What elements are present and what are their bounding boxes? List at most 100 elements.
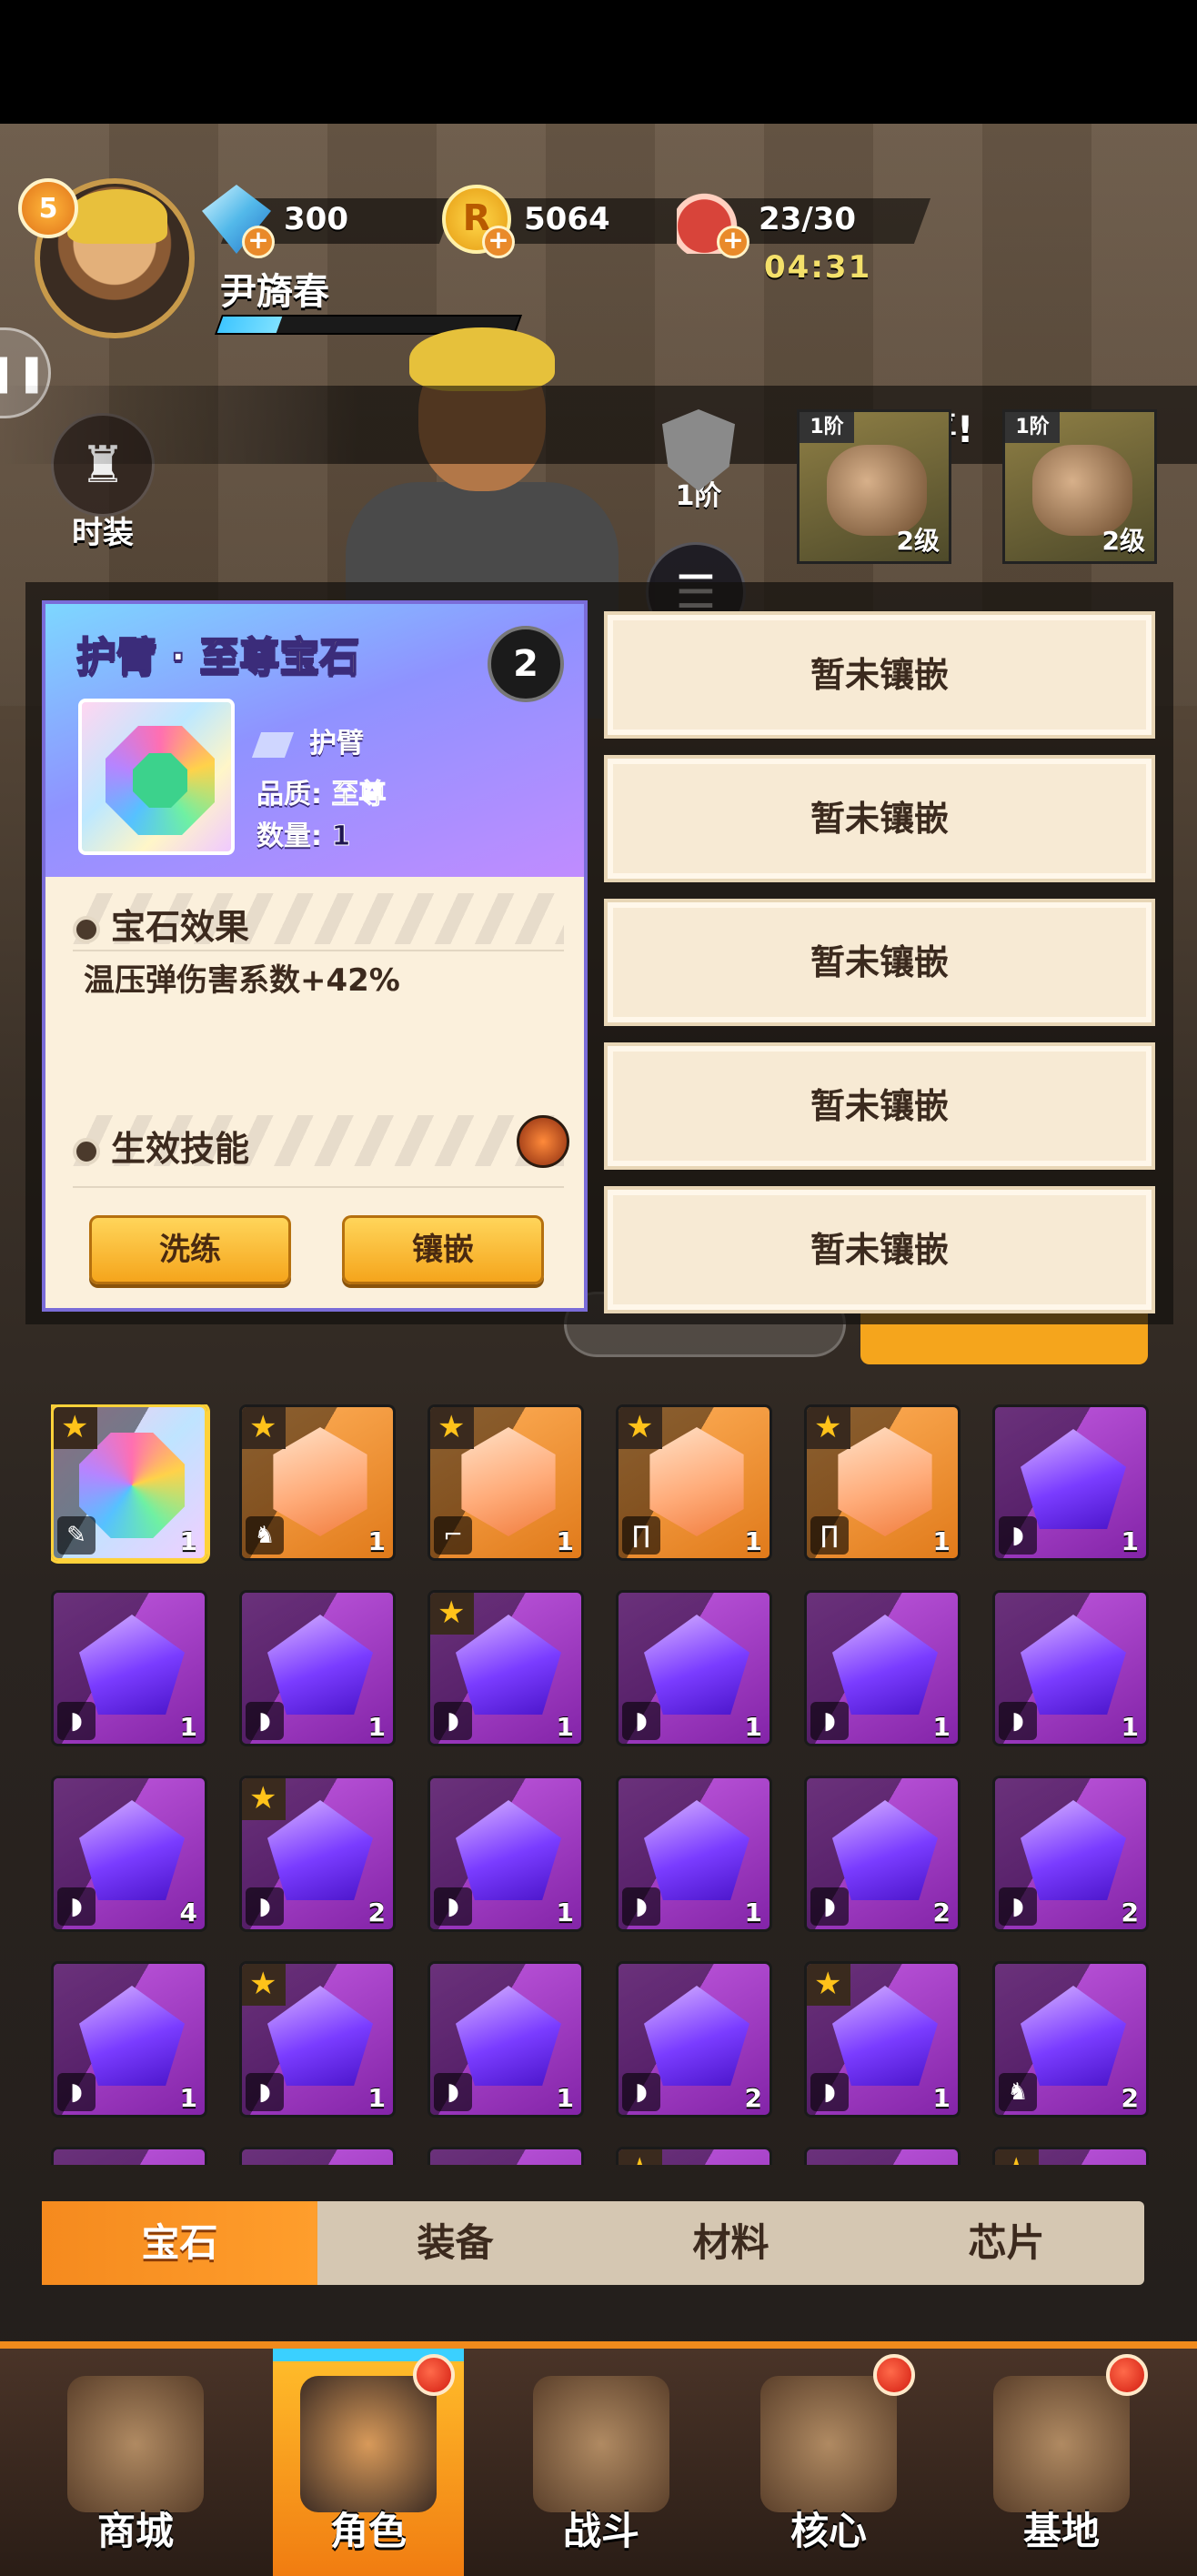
nav-battle[interactable]: 战斗 — [506, 2349, 697, 2576]
gem-item[interactable]: ◗2 — [616, 1961, 772, 2118]
skill-icon[interactable] — [517, 1115, 569, 1168]
coin-counter[interactable]: R + 5064 — [442, 185, 697, 258]
quantity-value: 1 — [331, 820, 351, 853]
gem-quantity: 1 — [367, 1712, 386, 1742]
boot-icon: ⌐ — [434, 1516, 472, 1555]
fashion-label: 时装 — [72, 515, 134, 551]
gem-item[interactable]: ∏1 — [616, 1404, 772, 1561]
gem-item[interactable]: ◗ — [804, 2147, 961, 2165]
helmet-icon: ◗ — [622, 1887, 660, 1926]
helmet-icon: ◗ — [622, 2073, 660, 2111]
nav-core[interactable]: 核心 — [733, 2349, 924, 2576]
gem-item[interactable]: ◗2 — [804, 1776, 961, 1932]
gem-item[interactable]: ◗ — [51, 2147, 207, 2165]
gem-item[interactable]: ⌐1 — [428, 1404, 584, 1561]
gem-quantity: 1 — [179, 1526, 197, 1556]
gem-item[interactable]: ◗ 4 — [51, 1776, 207, 1932]
gem-quantity: 2 — [1121, 2083, 1139, 2113]
gem-item[interactable]: ◗ — [428, 2147, 584, 2165]
gem-item[interactable]: ∏1 — [804, 1404, 961, 1561]
gem-item[interactable]: ◗1 — [51, 1961, 207, 2118]
inlay-button[interactable]: 镶嵌 — [342, 1215, 544, 1284]
gem-item[interactable]: ♞ 2 — [992, 1961, 1149, 2118]
gem-socket-slot[interactable]: 暂未镶嵌 — [604, 899, 1155, 1026]
gem-item[interactable]: ◗ — [616, 2147, 772, 2165]
helmet-icon: ◗ — [810, 1887, 849, 1926]
add-coin-button[interactable]: + — [482, 226, 515, 258]
skill-header-text: 生效技能 — [111, 1129, 250, 1169]
add-stamina-button[interactable]: + — [717, 226, 749, 258]
gem-item[interactable]: ◗2 — [992, 1776, 1149, 1932]
tab-material[interactable]: 材料 — [593, 2201, 869, 2285]
gem-item[interactable]: ◗1 — [616, 1590, 772, 1746]
player-level-badge: 5 — [18, 178, 78, 238]
player-name: 尹旖春 — [220, 271, 329, 313]
star-icon — [430, 1593, 474, 1635]
gem-item[interactable]: ◗1 — [428, 1776, 584, 1932]
nav-shop[interactable]: 商城 — [40, 2349, 231, 2576]
stamina-counter[interactable]: + 23/30 — [677, 185, 931, 258]
tab-gem[interactable]: 宝石 — [42, 2201, 317, 2285]
gem-item[interactable]: ◗ — [239, 2147, 396, 2165]
gem-item[interactable]: ◗1 — [804, 1590, 961, 1746]
gem-socket-slot[interactable]: 暂未镶嵌 — [604, 611, 1155, 739]
star-icon — [807, 1964, 850, 2006]
gem-item[interactable]: ◗1 — [616, 1776, 772, 1932]
slot-text: 暂未镶嵌 — [810, 1086, 949, 1126]
gem-item[interactable]: ◗1 — [428, 1961, 584, 2118]
gem-quantity: 4 — [179, 1897, 197, 1927]
gem-socket-slot[interactable]: 暂未镶嵌 — [604, 1186, 1155, 1313]
star-icon — [619, 1407, 662, 1449]
gear-card-helmet[interactable]: 1阶 2级 — [797, 409, 951, 564]
refine-button[interactable]: 洗练 — [89, 1215, 291, 1284]
helmet-icon: ◗ — [810, 1702, 849, 1740]
xp-bar-fill — [216, 317, 283, 333]
add-diamond-button[interactable]: + — [242, 226, 275, 258]
gem-level-badge[interactable]: 2 — [488, 626, 564, 702]
gem-quantity: 1 — [744, 1712, 762, 1742]
rank-shield[interactable]: 1阶 — [644, 409, 753, 528]
gem-quantity: 1 — [179, 2083, 197, 2113]
star-icon — [619, 2149, 662, 2165]
helmet-icon: ◗ — [57, 2073, 96, 2111]
gem-quantity: 1 — [556, 1526, 574, 1556]
star-icon — [430, 1407, 474, 1449]
notification-dot-icon — [873, 2354, 915, 2396]
gem-slot-type: 护臂 — [251, 720, 364, 760]
gem-item[interactable]: ✎1 — [51, 1404, 207, 1561]
gem-item[interactable]: ◗1 — [804, 1961, 961, 2118]
helmet-icon: ◗ — [810, 2073, 849, 2111]
battle-icon — [533, 2376, 669, 2512]
character-icon — [300, 2376, 437, 2512]
gem-item[interactable]: ◗1 — [992, 1404, 1149, 1561]
gem-quantity: 1 — [744, 1526, 762, 1556]
helmet-icon: ◗ — [57, 1702, 96, 1740]
bullet-icon — [73, 1137, 100, 1165]
tab-chip[interactable]: 芯片 — [869, 2201, 1144, 2285]
gem-item[interactable]: ◗1 — [992, 1590, 1149, 1746]
star-icon — [807, 1407, 850, 1449]
pants-icon: ∏ — [622, 1516, 660, 1555]
gem-item[interactable]: ◗2 — [239, 1776, 396, 1932]
skill-section-header: 生效技能 — [73, 1115, 564, 1169]
gem-item[interactable]: ◗1 — [239, 1590, 396, 1746]
gem-item[interactable]: ◗ — [992, 2147, 1149, 2165]
gear-card-gauntlet[interactable]: 1阶 2级 — [1002, 409, 1157, 564]
tab-equipment[interactable]: 装备 — [317, 2201, 593, 2285]
diamond-counter[interactable]: + 300 — [202, 185, 457, 258]
nav-base[interactable]: 基地 — [966, 2349, 1157, 2576]
gem-item[interactable]: ◗1 — [428, 1590, 584, 1746]
armor-icon: ♞ — [246, 1516, 284, 1555]
nav-character[interactable]: 角色 — [273, 2349, 464, 2576]
nav-label: 基地 — [1022, 2509, 1100, 2553]
gem-item[interactable]: ◗1 — [239, 1961, 396, 2118]
gem-quality: 品质: 至尊 — [256, 771, 387, 811]
gem-socket-slot[interactable]: 暂未镶嵌 — [604, 1042, 1155, 1170]
gem-item[interactable]: ◗1 — [51, 1590, 207, 1746]
gem-socket-slot[interactable]: 暂未镶嵌 — [604, 755, 1155, 882]
gem-quantity: 2 — [1121, 1897, 1139, 1927]
gem-item[interactable]: ♞1 — [239, 1404, 396, 1561]
slot-text: 暂未镶嵌 — [810, 1230, 949, 1270]
helmet-icon: ◗ — [57, 1887, 96, 1926]
star-icon — [242, 1407, 286, 1449]
